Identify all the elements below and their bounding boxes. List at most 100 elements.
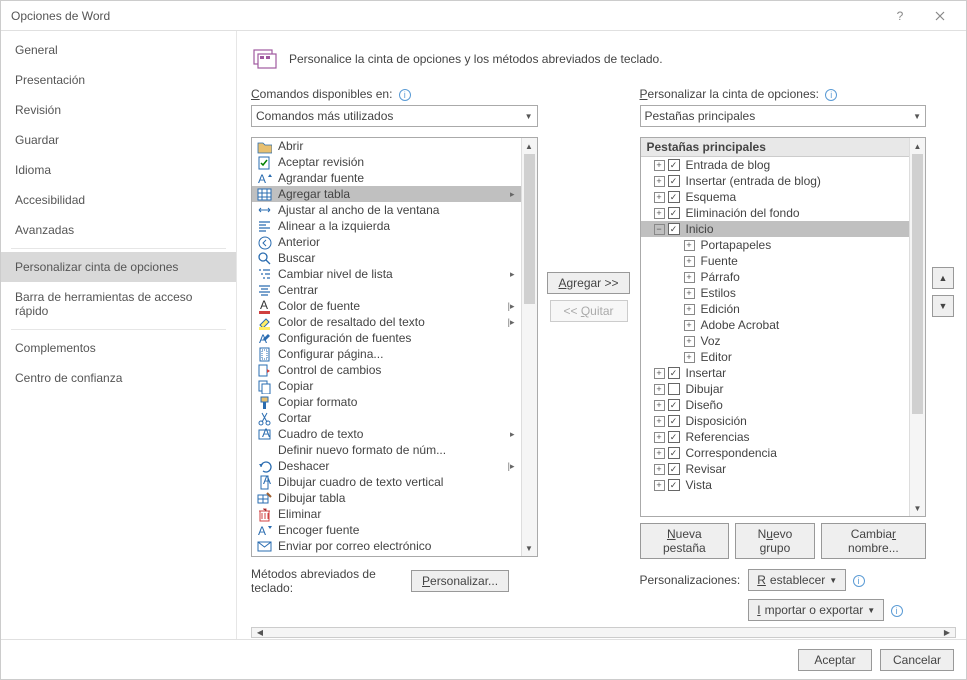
command-item[interactable]: Agregar tabla▸ [252,186,521,202]
cancel-button[interactable]: Cancelar [880,649,954,671]
sidebar-item-accesibilidad[interactable]: Accesibilidad [1,185,236,215]
help-button[interactable]: ? [880,4,920,28]
expand-icon[interactable]: + [654,160,665,171]
scroll-up-button[interactable]: ▲ [910,138,925,154]
command-item[interactable]: Configurar página... [252,346,521,362]
tab-checkbox[interactable]: ✓ [668,479,680,491]
command-item[interactable]: Abrir [252,138,521,154]
expand-icon[interactable]: + [654,448,665,459]
expand-icon[interactable]: + [654,480,665,491]
sidebar-item-guardar[interactable]: Guardar [1,125,236,155]
tree-item[interactable]: +Estilos [641,285,910,301]
command-item[interactable]: Cambiar nivel de lista▸ [252,266,521,282]
command-item[interactable]: Dibujar tabla [252,490,521,506]
ribbon-tabs-select[interactable]: Pestañas principales▼ [640,105,927,127]
tab-checkbox[interactable] [668,383,680,395]
tree-item[interactable]: +✓Insertar [641,365,910,381]
expand-icon[interactable]: + [654,416,665,427]
import-export-dropdown[interactable]: Importar o exportar ▼ [748,599,884,621]
tree-item[interactable]: +✓Referencias [641,429,910,445]
command-item[interactable]: Buscar [252,250,521,266]
command-item[interactable]: ADibujar cuadro de texto vertical [252,474,521,490]
expand-icon[interactable]: + [654,400,665,411]
info-icon[interactable]: i [825,89,837,101]
expand-icon[interactable]: + [654,432,665,443]
info-icon[interactable]: i [399,89,411,101]
tree-item[interactable]: −✓Inicio [641,221,910,237]
tree-item[interactable]: +Portapapeles [641,237,910,253]
reset-dropdown[interactable]: Restablecer ▼ [748,569,846,591]
scroll-right-button[interactable]: ▶ [939,628,955,637]
tree-item[interactable]: +✓Entrada de blog [641,157,910,173]
sidebar-item-centro-de-confianza[interactable]: Centro de confianza [1,363,236,393]
tree-item[interactable]: +Fuente [641,253,910,269]
expand-icon[interactable]: + [654,464,665,475]
expand-icon[interactable]: + [684,352,695,363]
collapse-icon[interactable]: − [654,224,665,235]
info-icon[interactable]: i [853,575,865,587]
command-item[interactable]: Copiar formato [252,394,521,410]
tree-item[interactable]: +Adobe Acrobat [641,317,910,333]
customize-keyboard-button[interactable]: Personalizar... [411,570,509,592]
vertical-scrollbar[interactable]: ▲ ▼ [909,138,925,516]
expand-icon[interactable]: + [654,208,665,219]
command-item[interactable]: AEncoger fuente [252,522,521,538]
tree-item[interactable]: +✓Revisar [641,461,910,477]
sidebar-item-avanzadas[interactable]: Avanzadas [1,215,236,245]
tab-checkbox[interactable]: ✓ [668,463,680,475]
tab-checkbox[interactable]: ✓ [668,415,680,427]
command-item[interactable]: Anterior [252,234,521,250]
tab-checkbox[interactable]: ✓ [668,207,680,219]
tab-checkbox[interactable]: ✓ [668,223,680,235]
command-item[interactable]: Control de cambios [252,362,521,378]
tab-checkbox[interactable]: ✓ [668,447,680,459]
tab-checkbox[interactable]: ✓ [668,399,680,411]
sidebar-item-presentación[interactable]: Presentación [1,65,236,95]
command-item[interactable]: Color de resaltado del texto|▸ [252,314,521,330]
rename-button[interactable]: Cambiar nombre... [821,523,926,559]
expand-icon[interactable]: + [654,384,665,395]
command-item[interactable]: Aceptar revisión [252,154,521,170]
close-button[interactable] [920,4,960,28]
command-item[interactable]: AAgrandar fuente [252,170,521,186]
command-item[interactable]: Definir nuevo formato de núm... [252,442,521,458]
expand-icon[interactable]: + [684,336,695,347]
scroll-thumb[interactable] [524,154,535,304]
tree-item[interactable]: +Voz [641,333,910,349]
expand-icon[interactable]: + [684,304,695,315]
command-item[interactable]: Ajustar al ancho de la ventana [252,202,521,218]
expand-icon[interactable]: + [684,288,695,299]
tree-item[interactable]: +Dibujar [641,381,910,397]
expand-icon[interactable]: + [654,176,665,187]
tab-checkbox[interactable]: ✓ [668,175,680,187]
tree-item[interactable]: +✓Insertar (entrada de blog) [641,173,910,189]
scroll-down-button[interactable]: ▼ [522,540,537,556]
vertical-scrollbar[interactable]: ▲ ▼ [521,138,537,556]
sidebar-item-idioma[interactable]: Idioma [1,155,236,185]
commands-from-select[interactable]: Comandos más utilizados▼ [251,105,538,127]
expand-icon[interactable]: + [684,256,695,267]
command-item[interactable]: Copiar [252,378,521,394]
expand-icon[interactable]: + [684,320,695,331]
command-item[interactable]: Deshacer|▸ [252,458,521,474]
scroll-left-button[interactable]: ◀ [252,628,268,637]
move-up-button[interactable]: ▲ [932,267,954,289]
commands-listbox[interactable]: AbrirAceptar revisiónAAgrandar fuenteAgr… [251,137,538,557]
tree-item[interactable]: +✓Vista [641,477,910,493]
horizontal-scrollbar[interactable]: ◀ ▶ [251,627,956,638]
remove-button[interactable]: << Quitar [550,300,628,322]
tree-item[interactable]: +✓Correspondencia [641,445,910,461]
command-item[interactable]: Centrar [252,282,521,298]
tree-item[interactable]: +Edición [641,301,910,317]
new-tab-button[interactable]: Nueva pestaña [640,523,730,559]
ribbon-tree[interactable]: Pestañas principales +✓Entrada de blog+✓… [640,137,927,517]
tree-item[interactable]: +Párrafo [641,269,910,285]
sidebar-item-personalizar-cinta-de-opciones[interactable]: Personalizar cinta de opciones [1,252,236,282]
command-item[interactable]: Cortar [252,410,521,426]
expand-icon[interactable]: + [654,368,665,379]
command-item[interactable]: Eliminar [252,506,521,522]
tree-item[interactable]: +Editor [641,349,910,365]
tree-item[interactable]: +✓Disposición [641,413,910,429]
command-item[interactable]: AColor de fuente|▸ [252,298,521,314]
tree-item[interactable]: +✓Eliminación del fondo [641,205,910,221]
